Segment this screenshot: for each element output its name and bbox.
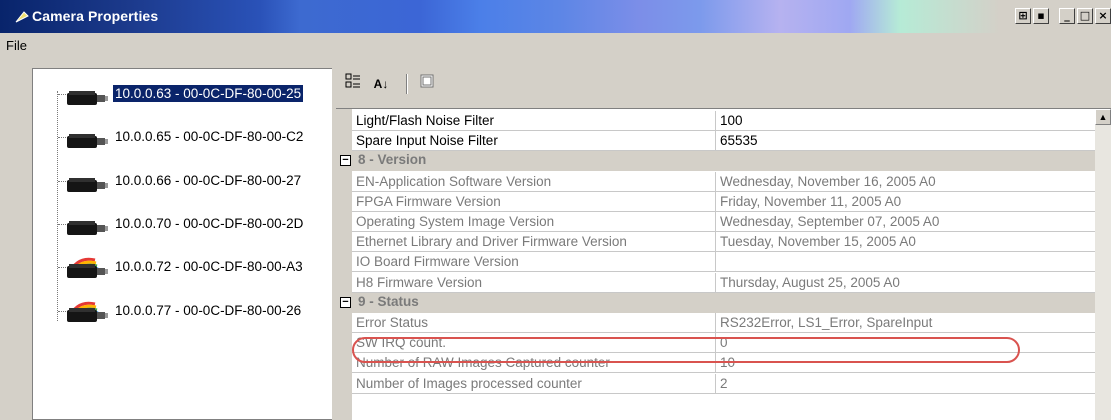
collapse-icon[interactable]: −: [340, 296, 351, 308]
collapse-icon[interactable]: −: [340, 155, 351, 167]
property-value[interactable]: 100: [720, 111, 743, 130]
window-title: Camera Properties: [32, 8, 159, 24]
property-value: Thursday, August 25, 2005 A0: [720, 274, 900, 290]
rainbow-camera-icon: [67, 257, 108, 278]
tree-item-camera[interactable]: 10.0.0.65 - 00-0C-DF-80-00-C2: [33, 120, 333, 154]
categorized-icon[interactable]: [342, 73, 364, 95]
property-row[interactable]: FPGA Firmware Version Friday, November 11…: [352, 191, 1096, 212]
property-name: Ethernet Library and Driver Firmware Ver…: [352, 232, 716, 252]
property-row[interactable]: SW IRQ count. 0: [352, 333, 1096, 354]
sort-az-icon[interactable]: A↓: [370, 73, 392, 95]
tree-item-label: 10.0.0.70 - 00-0C-DF-80-00-2D: [115, 216, 304, 231]
property-row[interactable]: EN-Application Software Version Wednesday…: [352, 171, 1096, 192]
property-value[interactable]: 65535: [720, 131, 758, 150]
menu-file[interactable]: File: [6, 38, 27, 53]
property-name: Light/Flash Noise Filter: [352, 111, 716, 130]
property-pages-icon[interactable]: [416, 73, 438, 95]
property-name: Operating System Image Version: [352, 212, 716, 231]
camera-icon: [67, 221, 108, 235]
maximize-icon[interactable]: □: [1077, 8, 1093, 24]
property-value: 2: [720, 375, 728, 391]
property-row[interactable]: Spare Input Noise Filter 65535: [352, 131, 1096, 152]
camera-icon: [67, 91, 108, 105]
property-toolbar: A↓: [336, 68, 1111, 102]
property-name: FPGA Firmware Version: [352, 191, 716, 211]
tree-item-camera[interactable]: 10.0.0.70 - 00-0C-DF-80-00-2D: [33, 207, 333, 241]
property-name: IO Board Firmware Version: [352, 252, 716, 272]
scroll-up-icon[interactable]: ▲: [1095, 109, 1111, 125]
title-button-gap: [1049, 8, 1057, 26]
category-row[interactable]: −9 - Status: [336, 292, 1096, 313]
property-name: Error Status: [352, 313, 716, 332]
camera-icon: [67, 178, 108, 192]
category-row[interactable]: −8 - Version: [336, 151, 1096, 172]
tree-item-camera[interactable]: 10.0.0.72 - 00-0C-DF-80-00-A3: [33, 250, 333, 284]
minimize-icon[interactable]: ▪: [1033, 8, 1049, 24]
property-row[interactable]: Error Status RS232Error, LS1_Error, Spare…: [352, 313, 1096, 333]
property-value: RS232Error, LS1_Error, SpareInput: [720, 315, 933, 330]
property-row[interactable]: Number of RAW Images Captured counter 10: [352, 353, 1096, 374]
property-name: EN-Application Software Version: [352, 171, 716, 191]
restore-icon[interactable]: ⊞: [1015, 8, 1031, 24]
property-row[interactable]: Light/Flash Noise Filter 100: [352, 111, 1096, 131]
property-grid[interactable]: Light/Flash Noise Filter 100 Spare Input N…: [336, 108, 1111, 420]
property-name: H8 Firmware Version: [352, 272, 716, 292]
category-label: 9 - Status: [358, 293, 419, 309]
property-name: Number of RAW Images Captured counter: [352, 353, 716, 373]
property-row[interactable]: IO Board Firmware Version: [352, 252, 1096, 273]
property-value: Friday, November 11, 2005 A0: [720, 193, 902, 209]
camera-properties-icon: [15, 11, 29, 23]
property-name: Spare Input Noise Filter: [352, 131, 716, 151]
camera-icon: [67, 134, 108, 148]
property-value: Wednesday, November 16, 2005 A0: [720, 173, 936, 189]
menu-bar: File: [0, 33, 1111, 57]
tree-item-camera[interactable]: 10.0.0.77 - 00-0C-DF-80-00-26: [33, 294, 333, 328]
property-name: SW IRQ count.: [352, 333, 716, 353]
close-icon[interactable]: ×: [1095, 8, 1111, 24]
property-row[interactable]: Ethernet Library and Driver Firmware Ver…: [352, 232, 1096, 253]
property-row[interactable]: Operating System Image Version Wednesday,…: [352, 212, 1096, 232]
property-value: 10: [720, 355, 736, 371]
tree-item-label: 10.0.0.63 - 00-0C-DF-80-00-25: [113, 85, 304, 102]
title-bar: Camera Properties ⊞ ▪ _ □ ×: [0, 0, 1111, 33]
minimize-icon[interactable]: _: [1059, 8, 1075, 24]
window-controls: ⊞ ▪ _ □ ×: [1013, 8, 1111, 26]
property-row[interactable]: H8 Firmware Version Thursday, August 25, …: [352, 272, 1096, 293]
tree-item-label: 10.0.0.66 - 00-0C-DF-80-00-27: [115, 173, 302, 188]
tree-item-label: 10.0.0.77 - 00-0C-DF-80-00-26: [115, 303, 302, 318]
tree-item-camera[interactable]: 10.0.0.66 - 00-0C-DF-80-00-27: [33, 164, 333, 198]
tree-item-label: 10.0.0.72 - 00-0C-DF-80-00-A3: [115, 259, 303, 274]
property-row[interactable]: Number of Images processed counter 2: [352, 373, 1096, 394]
category-label: 8 - Version: [358, 152, 427, 168]
toolbar-separator: [406, 74, 408, 94]
property-name: Number of Images processed counter: [352, 373, 716, 393]
tree-item-camera[interactable]: 10.0.0.63 - 00-0C-DF-80-00-25: [33, 77, 333, 111]
camera-tree[interactable]: 10.0.0.63 - 00-0C-DF-80-00-25 10.0.0.65 -…: [32, 68, 332, 420]
vertical-scrollbar[interactable]: ▲: [1095, 109, 1111, 420]
property-value: Tuesday, November 15, 2005 A0: [720, 234, 916, 250]
property-value: Wednesday, September 07, 2005 A0: [720, 214, 940, 229]
tree-item-label: 10.0.0.65 - 00-0C-DF-80-00-C2: [115, 129, 304, 144]
rainbow-camera-icon: [67, 301, 108, 322]
property-panel: A↓ Light/Flash Noise Filter 100 Spare Inpu…: [336, 68, 1111, 420]
property-value: 0: [720, 335, 728, 351]
